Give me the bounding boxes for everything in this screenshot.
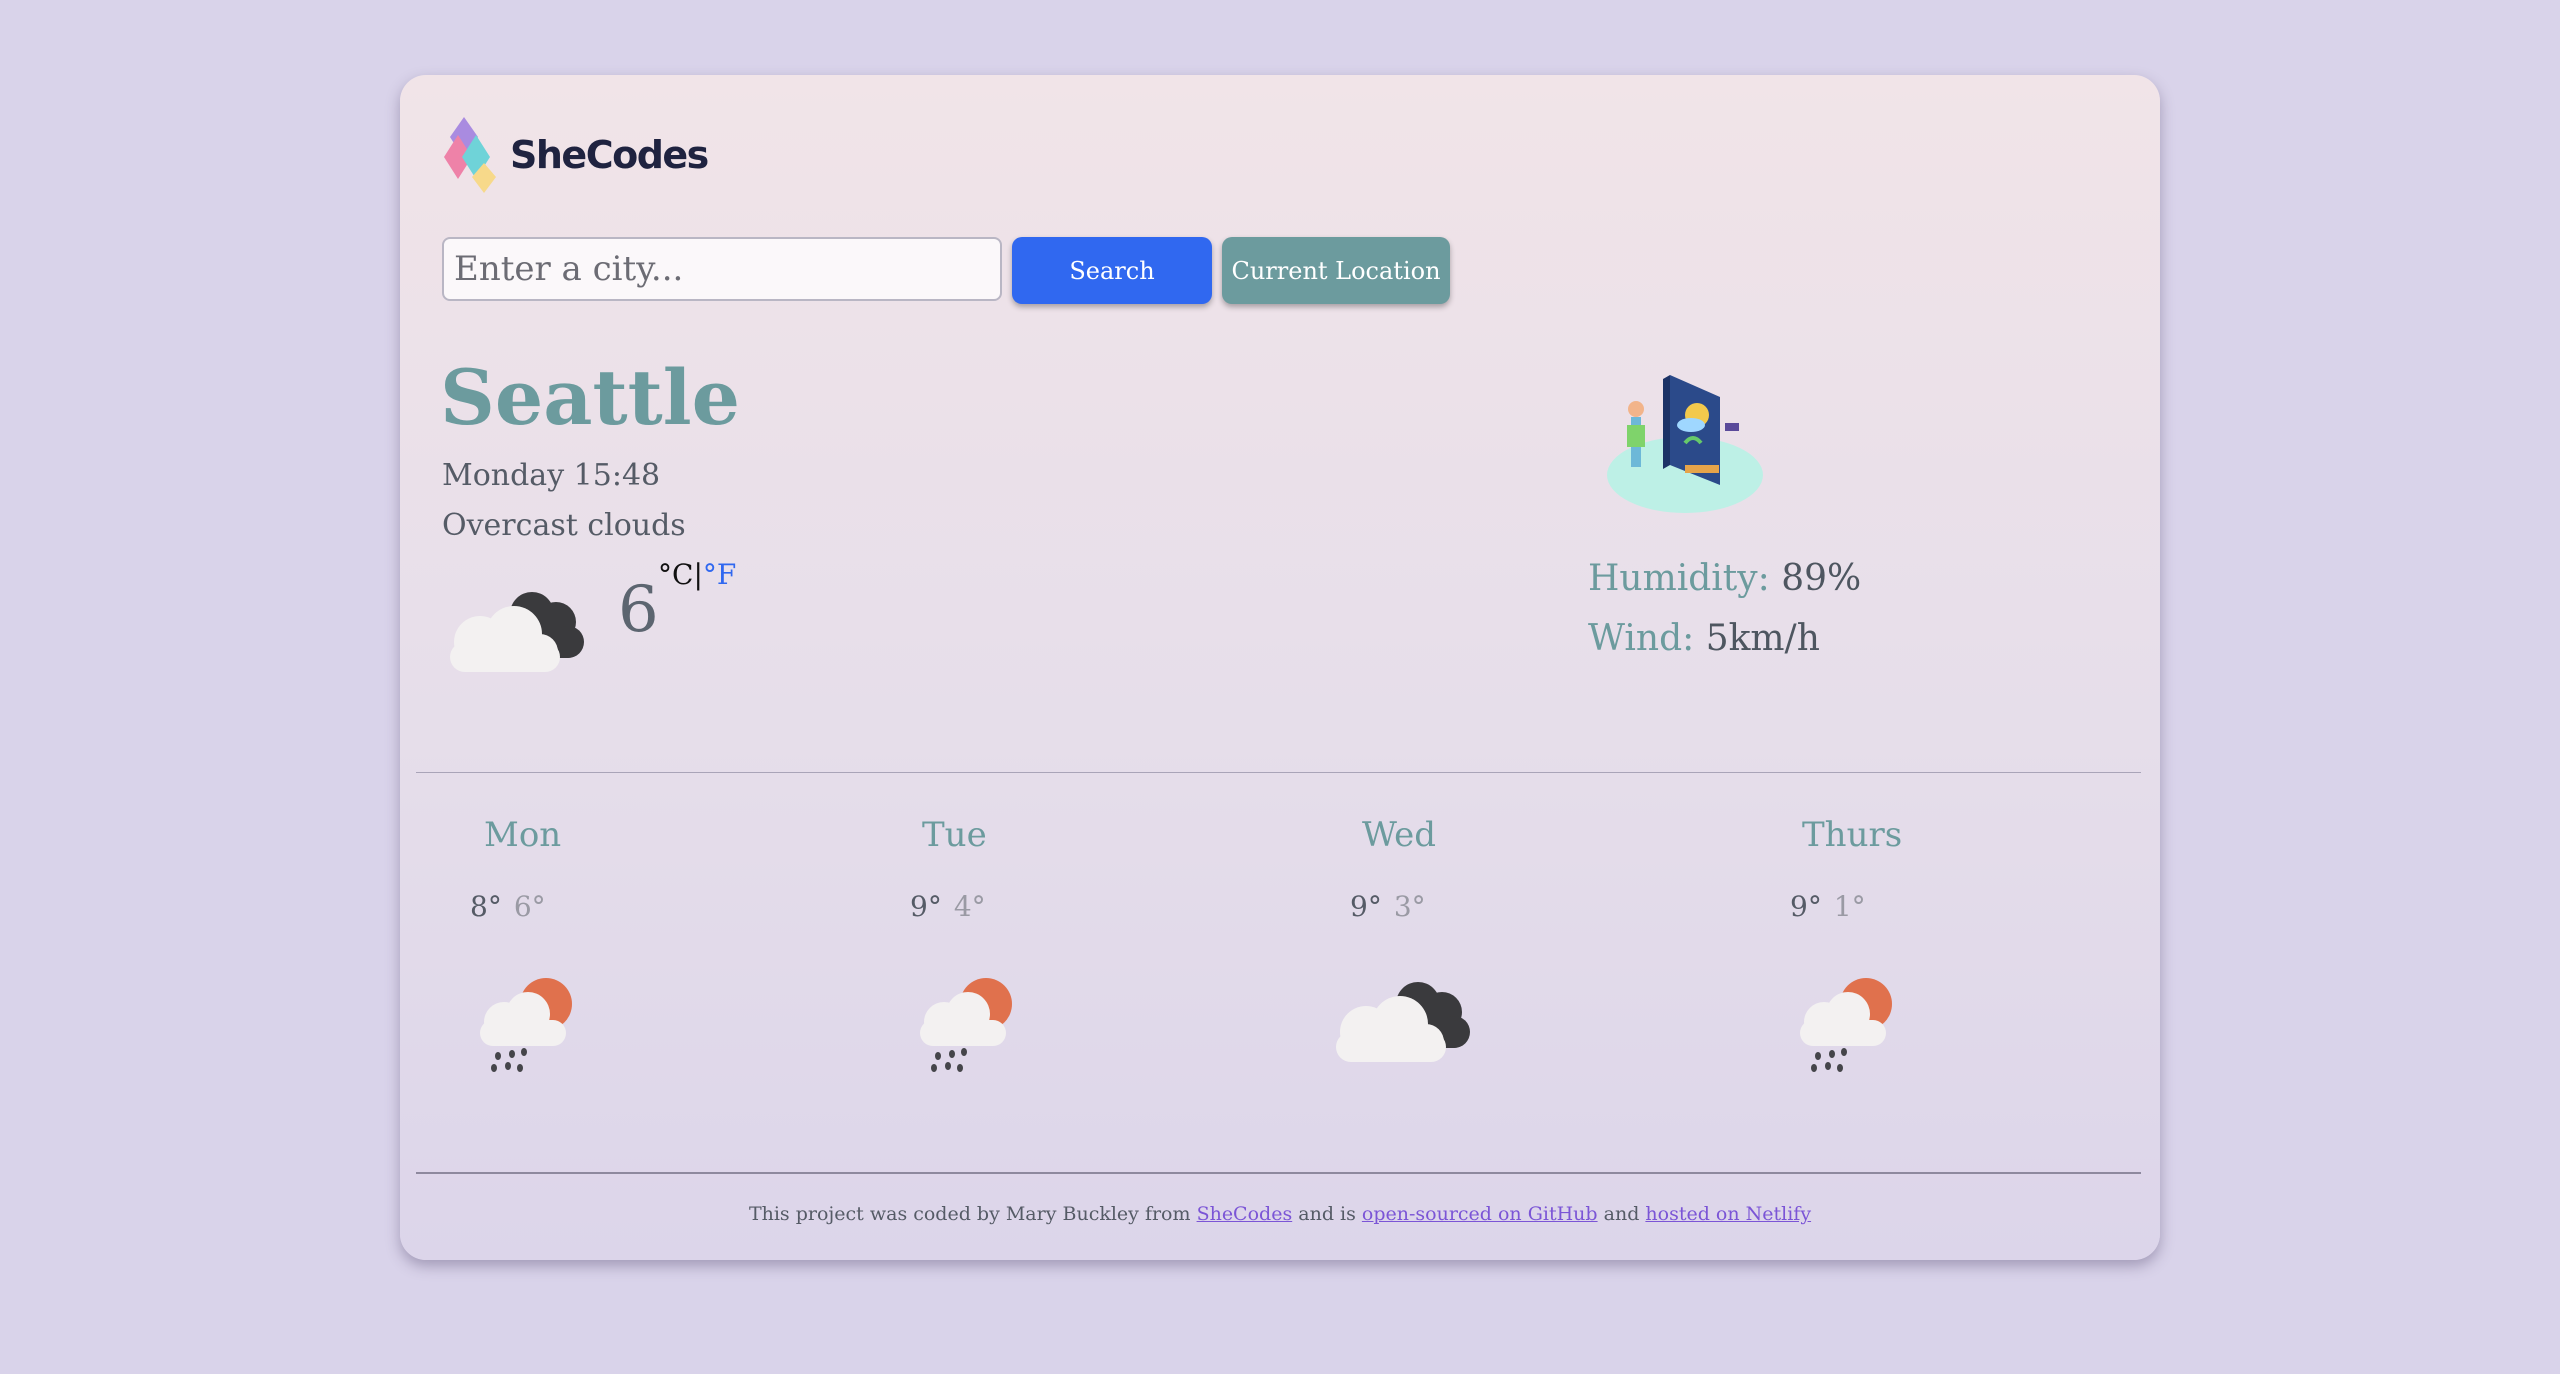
forecast-temps: 9° 3° xyxy=(1350,890,1426,923)
rain-sun-icon xyxy=(464,970,584,1084)
current-temperature: 6 xyxy=(618,573,659,647)
search-button[interactable]: Search xyxy=(1012,237,1212,304)
current-location-button[interactable]: Current Location xyxy=(1222,237,1450,304)
unit-toggle: °C|°F xyxy=(658,558,736,591)
footer: This project was coded by Mary Buckley f… xyxy=(400,1203,2160,1225)
rain-sun-icon xyxy=(904,970,1024,1084)
shecodes-logo-icon xyxy=(444,117,496,193)
forecast-day-name: Tue xyxy=(922,815,987,855)
github-link[interactable]: open-sourced on GitHub xyxy=(1362,1203,1598,1225)
footer-text: and is xyxy=(1298,1203,1356,1225)
humidity-row: Humidity: 89% xyxy=(1588,558,1861,599)
forecast-max: 9° xyxy=(1790,890,1822,923)
weather-illustration xyxy=(1605,365,1775,519)
logo-text: SheCodes xyxy=(510,133,709,177)
rain-sun-icon xyxy=(1784,970,1904,1084)
shecodes-logo[interactable]: SheCodes xyxy=(444,115,709,195)
forecast-min: 3° xyxy=(1393,890,1426,923)
forecast-max: 8° xyxy=(470,890,502,923)
weather-description: Overcast clouds xyxy=(442,508,686,543)
shecodes-link[interactable]: SheCodes xyxy=(1197,1203,1293,1225)
forecast-max: 9° xyxy=(910,890,942,923)
current-datetime: Monday 15:48 xyxy=(442,458,661,493)
city-name: Seattle xyxy=(440,353,740,442)
fahrenheit-link[interactable]: °F xyxy=(703,558,736,591)
forecast-min: 6° xyxy=(513,890,546,923)
celsius-link[interactable]: °C xyxy=(658,558,693,591)
wind-row: Wind: 5km/h xyxy=(1588,618,1820,659)
footer-text: This project was coded by Mary Buckley f… xyxy=(748,1203,1191,1225)
forecast-max: 9° xyxy=(1350,890,1382,923)
forecast-day-name: Wed xyxy=(1362,815,1437,855)
forecast-temps: 9° 4° xyxy=(910,890,986,923)
humidity-value: 89% xyxy=(1781,558,1862,599)
overcast-clouds-icon xyxy=(1326,970,1476,1074)
forecast-day-name: Thurs xyxy=(1802,815,1903,855)
footer-divider xyxy=(416,1172,2141,1174)
search-form: Search Current Location xyxy=(442,237,1450,304)
forecast-min: 4° xyxy=(953,890,986,923)
forecast-min: 1° xyxy=(1833,890,1866,923)
netlify-link[interactable]: hosted on Netlify xyxy=(1645,1203,1811,1225)
footer-text: and xyxy=(1603,1203,1640,1225)
humidity-label: Humidity: xyxy=(1588,558,1770,599)
overcast-clouds-icon xyxy=(440,580,590,684)
divider xyxy=(416,772,2141,773)
forecast-day-name: Mon xyxy=(484,815,562,855)
unit-separator: | xyxy=(693,558,703,591)
forecast-temps: 8° 6° xyxy=(470,890,546,923)
city-search-input[interactable] xyxy=(442,237,1002,301)
forecast-temps: 9° 1° xyxy=(1790,890,1866,923)
wind-value: 5km/h xyxy=(1705,618,1820,659)
wind-label: Wind: xyxy=(1588,618,1695,659)
weather-card: SheCodes Search Current Location Seattle… xyxy=(400,75,2160,1260)
